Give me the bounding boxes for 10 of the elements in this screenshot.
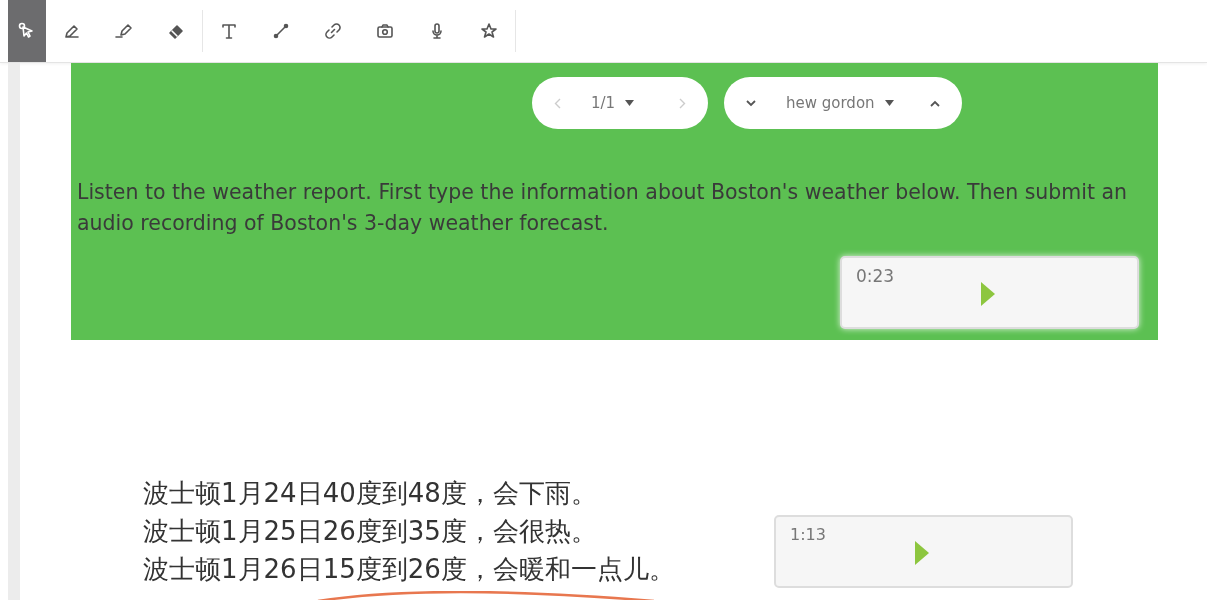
page-label: 1/1	[591, 94, 616, 112]
instructions-text: Listen to the weather report. First type the information about Boston's weather below. Then submit an audio recording of Boston's 3-day weather forecast.	[77, 179, 1129, 237]
student-selector[interactable]: hew gordon	[724, 77, 962, 129]
page-selector[interactable]: 1/1	[532, 77, 708, 129]
audio-duration: 0:23	[856, 266, 895, 286]
student-name: hew gordon	[786, 94, 875, 112]
answer-text: 波士顿1月24日40度到48度，会下雨。	[143, 477, 598, 510]
answer-text: 波士顿1月25日26度到35度，会很热。	[143, 515, 598, 548]
audio-duration: 1:13	[790, 525, 826, 544]
answer-text: 波士顿1月26日15度到26度，会暖和一点儿。	[143, 553, 675, 586]
